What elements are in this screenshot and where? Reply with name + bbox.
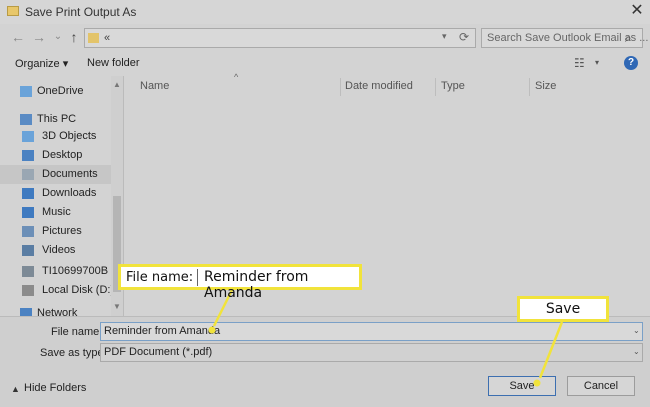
callout-divider [197,269,198,286]
callout-arrows [208,289,564,387]
save-callout: Save [517,296,609,322]
save-callout-dot [533,379,541,387]
filename-callout: File name: Reminder from Amanda [118,264,362,301]
filename-callout-dot [208,326,216,334]
save-callout-arrow [538,321,564,379]
callout-filename-label: File name: [126,270,194,285]
callout-filename-value: Reminder from Amanda [204,269,309,301]
